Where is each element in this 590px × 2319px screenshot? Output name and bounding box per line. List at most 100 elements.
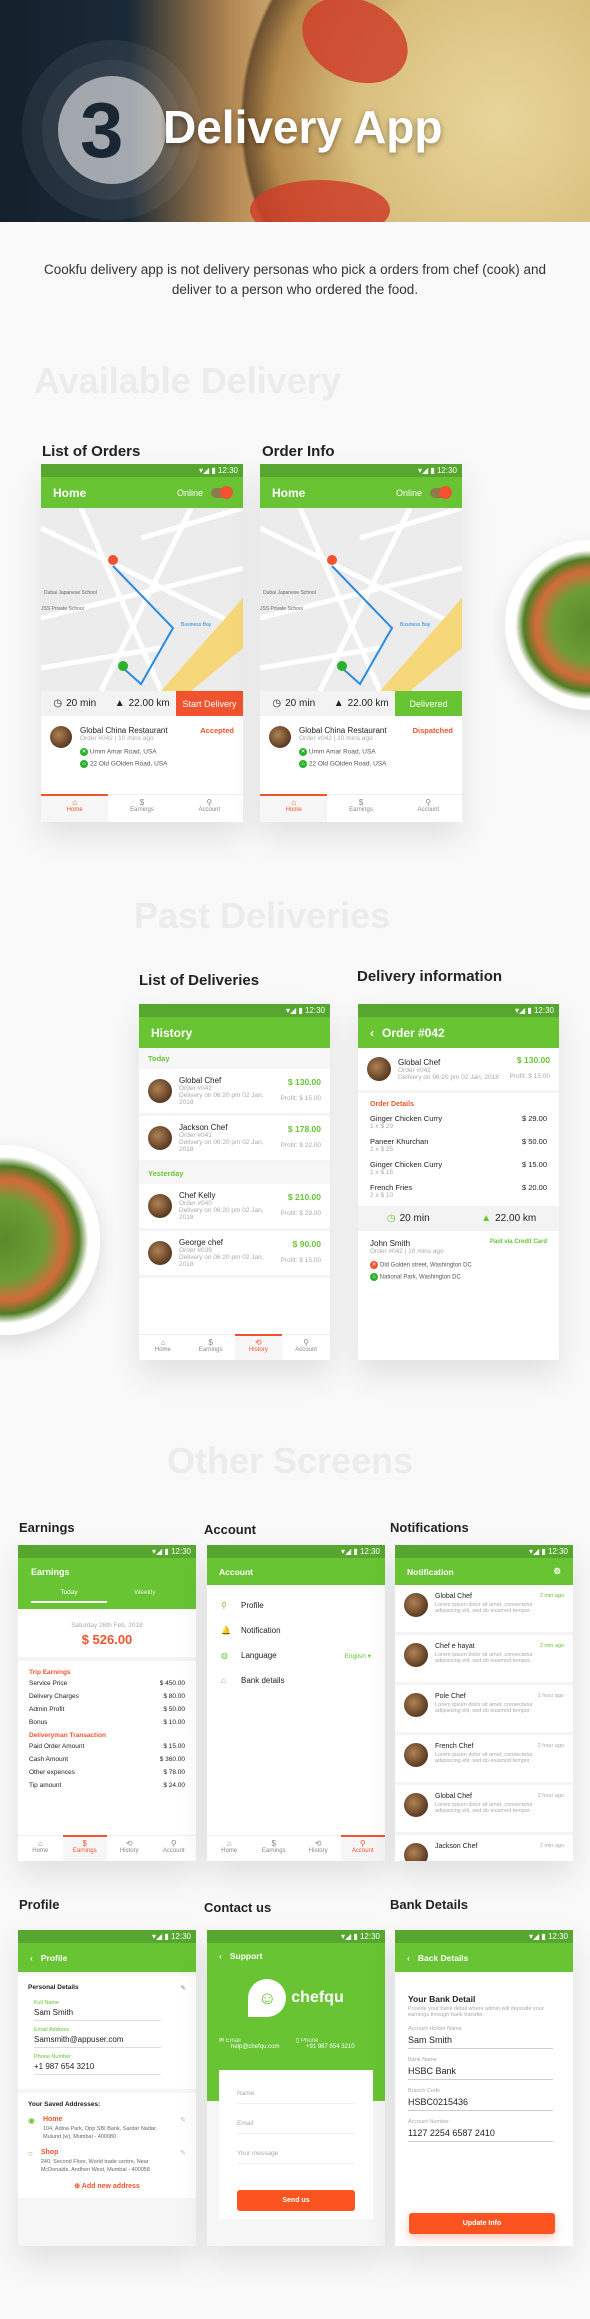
nav-account[interactable]: ⚲ Account — [340, 1835, 385, 1861]
notification-time: 2 hour ago — [537, 1743, 564, 1749]
order-meta: Order #042 | 10 mins ago — [80, 735, 154, 742]
label-account: Account — [204, 1522, 256, 1537]
delivered-button[interactable]: Delivered — [395, 691, 462, 716]
account-item-notification[interactable]: 🔔 Notification — [221, 1626, 371, 1635]
edit-icon[interactable]: ✎ — [180, 2116, 186, 2141]
tab-weekly[interactable]: Weekly — [107, 1589, 183, 1603]
bank-field[interactable]: Account Holder Name Sam Smith — [408, 2026, 553, 2049]
nav-earnings[interactable]: $ Earnings — [327, 795, 394, 822]
online-toggle[interactable] — [211, 485, 233, 499]
nav-home[interactable]: ⌂ Home — [139, 1335, 187, 1360]
personal-details-heading: Personal Details — [28, 1984, 79, 1991]
chef-avatar — [148, 1126, 172, 1150]
account-item-bank-details[interactable]: ⌂ Bank details — [221, 1676, 371, 1685]
chef-avatar — [148, 1241, 172, 1265]
back-icon[interactable]: ‹ — [407, 1953, 410, 1963]
nav-home[interactable]: ⌂ Home — [41, 794, 109, 822]
bank-field[interactable]: Bank Name HSBC Bank — [408, 2057, 553, 2080]
profile-field[interactable]: Email Address Samsmith@appuser.com — [34, 2027, 161, 2048]
delivery-row[interactable]: George chef Order #039 Delivery on 06:20… — [139, 1231, 330, 1278]
route-map[interactable]: Dubai Japanese School JSS Private School… — [260, 508, 462, 691]
delivery-row[interactable]: Chef Kelly Order #040 Delivery on 06:20 … — [139, 1184, 330, 1231]
nav-history[interactable]: ⟲ History — [234, 1334, 283, 1360]
edit-icon[interactable]: ✎ — [180, 2149, 186, 2174]
address-item[interactable]: ○ Shop 240, Second Floor, World trade ce… — [28, 2149, 186, 2174]
order-card[interactable]: Global China Restaurant Order #042 | 10 … — [260, 716, 462, 778]
nav-earnings[interactable]: $ Earnings — [252, 1836, 297, 1861]
nav-account[interactable]: ⚲ Account — [282, 1335, 330, 1360]
amount: $ 178.00 — [287, 1124, 321, 1134]
nav-account[interactable]: ⚲ Account — [176, 795, 243, 822]
history-list: Today Global Chef Order #042 Delivery on… — [139, 1048, 330, 1278]
hero-banner: 3 Delivery App — [0, 0, 590, 222]
route-map[interactable]: Dubai Japanese School JSS Private School… — [41, 508, 243, 691]
order-item: Ginger Chicken Curry 1 x $ 29 $ 29.00 — [370, 1114, 547, 1130]
back-icon[interactable]: ‹ — [219, 1951, 222, 1961]
radio-button[interactable]: ○ — [28, 2149, 33, 2174]
gear-icon[interactable]: ⚙ — [553, 1566, 561, 1577]
navigation-icon: ▲ — [333, 698, 344, 709]
language-select[interactable]: English ▾ — [345, 1652, 371, 1660]
profile-field[interactable]: Phone Number +1 987 654 3210 — [34, 2054, 161, 2075]
nav-history[interactable]: ⟲ History — [296, 1836, 341, 1861]
delivery-row[interactable]: Global Chef Order #042 Delivery on 06:20… — [139, 1069, 330, 1116]
support-phone[interactable]: ▯ Phone +91 987 654 3210 — [296, 2037, 373, 2050]
update-info-button[interactable]: Update Info — [409, 2213, 555, 2234]
navigation-icon: ▲ — [114, 698, 125, 709]
label-earnings: Earnings — [19, 1520, 75, 1535]
nav-earnings[interactable]: $ Earnings — [108, 795, 175, 822]
bank-field[interactable]: Account Number 1127 2254 6587 2410 — [408, 2119, 553, 2142]
delivery-row[interactable]: Jackson Chef Order #041 Delivery on 06:2… — [139, 1116, 330, 1163]
nav-home[interactable]: ⌂ Home — [207, 1836, 252, 1861]
radio-button[interactable]: ◉ — [28, 2116, 35, 2141]
pickup-icon: ✕ — [299, 748, 307, 756]
send-button[interactable]: Send us — [237, 2190, 355, 2211]
notification-text: Lorem ipsum dolor sit amet, consectetur … — [435, 1652, 533, 1664]
hero-step-number: 3 — [80, 86, 124, 174]
bank-field[interactable]: Branch Code HSBC0215436 — [408, 2088, 553, 2111]
chef-name: Global Chef — [435, 1593, 472, 1600]
notification-item[interactable]: Jackson Chef 2 min ago — [395, 1835, 573, 1861]
address-item[interactable]: ◉ Home 104, Adina Park, Opp SBI Bank, Sa… — [28, 2116, 186, 2141]
nav-home[interactable]: ⌂ Home — [18, 1836, 63, 1861]
nav-home[interactable]: ⌂ Home — [260, 794, 328, 822]
add-circle-icon: ⊕ — [74, 2183, 81, 2190]
home-icon: ⌂ — [370, 1273, 378, 1281]
earning-row: Tip amount $ 24.00 — [29, 1782, 185, 1789]
back-icon[interactable]: ‹ — [370, 1026, 374, 1040]
notification-item[interactable]: Global Chef 2 hour ago Lorem ipsum dolor… — [395, 1785, 573, 1832]
order-number: Order #042 — [179, 1085, 212, 1092]
email-input[interactable]: Email — [237, 2104, 355, 2134]
nav-earnings[interactable]: $ Earnings — [187, 1335, 235, 1360]
edit-icon[interactable]: ✎ — [181, 1984, 186, 1992]
nav-history[interactable]: ⟲ History — [107, 1836, 152, 1861]
online-toggle[interactable] — [430, 485, 452, 499]
name-input[interactable]: Name — [237, 2082, 355, 2104]
account-item-profile[interactable]: ⚲ Profile — [221, 1601, 371, 1610]
notification-item[interactable]: Pole Chef 1 hour ago Lorem ipsum dolor s… — [395, 1685, 573, 1732]
account-item-language[interactable]: ◍ Language English ▾ — [221, 1651, 371, 1660]
nav-account[interactable]: ⚲ Account — [395, 795, 462, 822]
add-address-button[interactable]: ⊕ Add new address — [28, 2182, 186, 2190]
phone-account: ▾◢ ▮ 12:30 Account ⚲ Profile 🔔 Notification… — [207, 1545, 385, 1861]
start-delivery-button[interactable]: Start Delivery — [176, 691, 243, 716]
notification-item[interactable]: French Chef 2 hour ago Lorem ipsum dolor… — [395, 1735, 573, 1782]
profile-field[interactable]: Full Name Sam Smith — [34, 2000, 161, 2021]
support-email[interactable]: ✉ Email help@chefqu.com — [219, 2037, 296, 2050]
tab-today[interactable]: Today — [31, 1589, 107, 1603]
notification-item[interactable]: Global Chef 2 min ago Lorem ipsum dolor … — [395, 1585, 573, 1632]
nav-earnings[interactable]: $ Earnings — [62, 1835, 107, 1861]
profit: Profit: $ 15.00 — [509, 1073, 550, 1080]
nav-account[interactable]: ⚲ Account — [152, 1836, 197, 1861]
message-input[interactable]: Your message — [237, 2134, 355, 2164]
home-icon: ⌂ — [160, 1338, 166, 1347]
status-bar: ▾◢ ▮ 12:30 — [395, 1545, 573, 1558]
payment-method: Paid via Credit Card — [489, 1239, 547, 1245]
chef-name: George chef — [179, 1238, 224, 1247]
notification-item[interactable]: Chef e hayat 2 min ago Lorem ipsum dolor… — [395, 1635, 573, 1682]
notification-text: Lorem ipsum dolor sit amet, consectetur … — [435, 1602, 533, 1614]
item-qty: 1 x $ 15 — [370, 1169, 394, 1176]
back-icon[interactable]: ‹ — [30, 1953, 33, 1963]
dollar-icon: $ — [208, 1338, 213, 1347]
order-card[interactable]: Global China Restaurant Order #042 | 10 … — [41, 716, 243, 778]
